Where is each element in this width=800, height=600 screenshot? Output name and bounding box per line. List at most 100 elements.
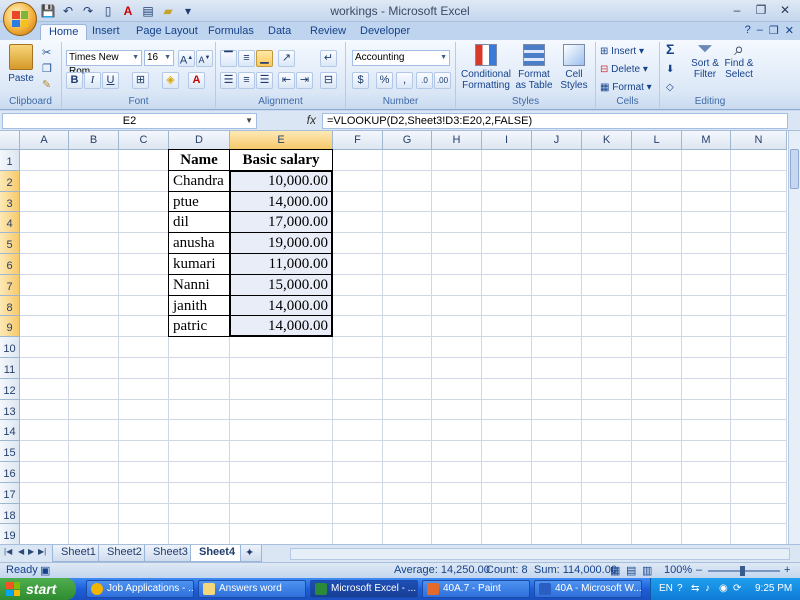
column-header-k[interactable]: K (582, 131, 632, 150)
column-header-j[interactable]: J (532, 131, 582, 150)
row-header-12[interactable]: 12 (0, 378, 20, 400)
row-header-2[interactable]: 2 (0, 170, 20, 192)
column-header-n[interactable]: N (731, 131, 787, 150)
worksheet-grid[interactable]: A B C D E F G H I J K L M N 1 2 3 4 5 6 7 8 9 10 11 12 13 14 15 16 17 1… (0, 131, 788, 544)
row-header-13[interactable]: 13 (0, 399, 20, 421)
font-name-combo[interactable]: Times New Rom▼ (66, 50, 142, 77)
paste-button[interactable]: Paste (6, 44, 36, 84)
clear-icon[interactable]: ◇ (666, 82, 674, 93)
zoom-in-button[interactable]: + (784, 564, 790, 576)
row-header-9[interactable]: 9 (0, 316, 20, 338)
tab-formulas[interactable]: Formulas (200, 24, 262, 40)
fill-color-icon[interactable]: ◈ (162, 72, 179, 89)
tab-review[interactable]: Review (302, 24, 354, 40)
row-header-11[interactable]: 11 (0, 358, 20, 379)
close-button[interactable]: ✕ (774, 2, 796, 18)
cell-salary[interactable]: 19,000.00 (230, 233, 333, 254)
align-center-icon[interactable]: ≡ (238, 72, 255, 89)
cell-name[interactable]: patric (169, 316, 230, 338)
cell-salary[interactable]: 10,000.00 (230, 170, 333, 192)
borders-icon[interactable]: ⊞ (132, 72, 149, 89)
column-header-f[interactable]: F (333, 131, 383, 150)
column-header-m[interactable]: M (682, 131, 731, 150)
column-header-h[interactable]: H (432, 131, 482, 150)
align-middle-icon[interactable]: ≡ (238, 50, 255, 67)
align-bottom-icon[interactable]: ▁ (256, 50, 273, 67)
sort-filter-button[interactable]: ⏷ Sort & Filter (688, 39, 722, 80)
font-color-button-icon[interactable]: A (188, 72, 205, 89)
sheet-tab-2[interactable]: Sheet2 (98, 545, 151, 562)
row-header-16[interactable]: 16 (0, 462, 20, 483)
align-top-icon[interactable]: ▔ (220, 50, 237, 67)
insert-sheet-icon[interactable]: ✦ (240, 545, 262, 562)
delete-cells-button[interactable]: ⊟ Delete ▾ (600, 64, 648, 75)
row-header-10[interactable]: 10 (0, 337, 20, 358)
sheet-tab-3[interactable]: Sheet3 (144, 545, 197, 562)
cell-salary[interactable]: 14,000.00 (230, 316, 333, 338)
next-sheet-icon[interactable]: ▶ (28, 547, 34, 556)
cell-name[interactable]: Nanni (169, 274, 230, 296)
update-icon[interactable]: ⟳ (733, 583, 741, 594)
tab-page-layout[interactable]: Page Layout (128, 24, 206, 40)
prev-sheet-icon[interactable]: ◀ (18, 547, 24, 556)
format-as-table-button[interactable]: Format as Table (514, 44, 554, 91)
sheet-tab-1[interactable]: Sheet1 (52, 545, 105, 562)
grow-font-button[interactable]: A▲ (178, 50, 195, 67)
language-indicator[interactable]: EN (659, 583, 673, 594)
increase-decimal-icon[interactable]: .0 (416, 72, 433, 89)
row-header-6[interactable]: 6 (0, 254, 20, 275)
align-right-icon[interactable]: ☰ (256, 72, 273, 89)
taskbar-item-word[interactable]: 40A - Microsoft W... (534, 580, 642, 598)
row-header-1[interactable]: 1 (0, 150, 20, 171)
taskbar-item-job-applications[interactable]: Job Applications - ... (86, 580, 194, 598)
maximize-button[interactable]: ❐ (750, 2, 772, 18)
name-box[interactable]: E2 ▼ (2, 113, 257, 129)
volume-icon[interactable]: ♪ (705, 583, 710, 594)
conditional-formatting-button[interactable]: Conditional Formatting (460, 44, 512, 91)
wrap-text-icon[interactable]: ↵ (320, 50, 337, 67)
tab-home[interactable]: Home (40, 24, 88, 40)
minimize-button[interactable]: – (726, 2, 748, 18)
column-header-g[interactable]: G (383, 131, 432, 150)
decrease-indent-icon[interactable]: ⇤ (278, 72, 295, 89)
tab-insert[interactable]: Insert (84, 24, 128, 40)
increase-indent-icon[interactable]: ⇥ (296, 72, 313, 89)
sheet-tab-4[interactable]: Sheet4 (190, 545, 245, 562)
cell-salary[interactable]: 14,000.00 (230, 295, 333, 317)
start-button[interactable]: start (0, 578, 76, 600)
font-size-combo[interactable]: 16 ▼ (144, 50, 174, 66)
page-layout-view-icon[interactable]: ▤ (626, 564, 636, 577)
scroll-thumb[interactable] (790, 149, 799, 189)
workbook-restore-button[interactable]: ❐ (769, 24, 779, 37)
column-header-e[interactable]: E (230, 131, 333, 150)
network-icon[interactable]: ⇆ (691, 583, 699, 594)
row-header-3[interactable]: 3 (0, 191, 20, 213)
row-header-17[interactable]: 17 (0, 482, 20, 504)
workbook-close-button[interactable]: ✕ (785, 24, 794, 37)
help-icon[interactable]: ? (745, 24, 751, 37)
header-basic-salary[interactable]: Basic salary (230, 150, 333, 171)
column-header-b[interactable]: B (69, 131, 119, 150)
tab-developer[interactable]: Developer (352, 24, 418, 40)
cell-name[interactable]: ptue (169, 191, 230, 213)
fill-icon[interactable]: ⬇ (666, 64, 674, 75)
cell-name[interactable]: kumari (169, 254, 230, 275)
column-header-c[interactable]: C (119, 131, 169, 150)
header-name[interactable]: Name (169, 150, 230, 171)
cell-salary[interactable]: 17,000.00 (230, 212, 333, 234)
select-all-corner[interactable] (0, 131, 20, 150)
row-header-4[interactable]: 4 (0, 212, 20, 234)
format-cells-button[interactable]: ▦ Format ▾ (600, 82, 652, 93)
decrease-decimal-icon[interactable]: .00 (434, 72, 451, 89)
column-header-l[interactable]: L (632, 131, 682, 150)
row-header-18[interactable]: 18 (0, 503, 20, 525)
insert-function-button[interactable]: fx (262, 113, 320, 129)
cell-salary[interactable]: 11,000.00 (230, 254, 333, 275)
cell-name[interactable]: janith (169, 295, 230, 317)
horizontal-scrollbar[interactable] (290, 548, 790, 560)
currency-button[interactable]: $ (352, 72, 369, 89)
taskbar-item-excel[interactable]: Microsoft Excel - ... (310, 580, 418, 598)
comma-button[interactable]: , (396, 72, 413, 89)
row-header-19[interactable]: 19 (0, 524, 20, 544)
underline-button[interactable]: U (102, 72, 119, 89)
